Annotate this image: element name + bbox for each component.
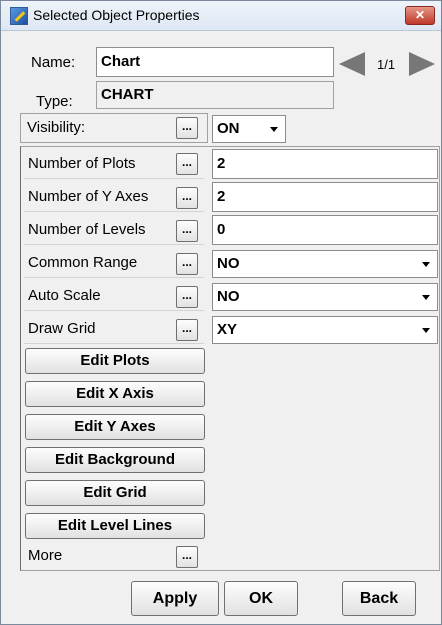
visibility-label: Visibility: — [27, 119, 86, 136]
visibility-dots-button[interactable]: ... — [176, 117, 198, 139]
title-bar[interactable]: Selected Object Properties ✕ — [1, 1, 441, 31]
window-title: Selected Object Properties — [33, 7, 200, 23]
draw-grid-select[interactable]: XY — [212, 316, 438, 344]
previous-arrow-icon[interactable] — [339, 52, 365, 76]
ok-button[interactable]: OK — [224, 581, 298, 616]
chevron-down-icon — [422, 328, 430, 333]
visibility-select[interactable]: ON — [212, 115, 286, 143]
page-indicator: 1/1 — [377, 57, 396, 72]
name-input[interactable]: Chart — [96, 47, 334, 77]
name-label: Name: — [31, 54, 76, 71]
auto-scale-dots-button[interactable]: ... — [176, 286, 198, 308]
chevron-down-icon — [270, 127, 278, 132]
draw-grid-value: XY — [217, 321, 238, 338]
next-arrow-icon[interactable] — [409, 52, 435, 76]
number-of-levels-dots-button[interactable]: ... — [176, 220, 198, 242]
auto-scale-select[interactable]: NO — [212, 283, 438, 311]
type-value: CHART — [96, 81, 334, 109]
edit-plots-button[interactable]: Edit Plots — [25, 348, 205, 374]
apply-button[interactable]: Apply — [131, 581, 219, 616]
number-of-plots-dots-button[interactable]: ... — [176, 153, 198, 175]
number-of-plots-input[interactable]: 2 — [212, 149, 438, 179]
edit-background-button[interactable]: Edit Background — [25, 447, 205, 473]
close-button[interactable]: ✕ — [405, 6, 435, 25]
number-of-y-axes-dots-button[interactable]: ... — [176, 187, 198, 209]
properties-window: Selected Object Properties ✕ Name: Chart… — [0, 0, 442, 625]
number-of-levels-input[interactable]: 0 — [212, 215, 438, 245]
auto-scale-value: NO — [217, 288, 240, 305]
number-of-y-axes-input[interactable]: 2 — [212, 182, 438, 212]
edit-level-lines-button[interactable]: Edit Level Lines — [25, 513, 205, 539]
app-pencil-icon — [10, 7, 28, 25]
edit-x-axis-button[interactable]: Edit X Axis — [25, 381, 205, 407]
common-range-select[interactable]: NO — [212, 250, 438, 278]
draw-grid-dots-button[interactable]: ... — [176, 319, 198, 341]
edit-y-axes-button[interactable]: Edit Y Axes — [25, 414, 205, 440]
back-button[interactable]: Back — [342, 581, 416, 616]
chevron-down-icon — [422, 295, 430, 300]
visibility-value: ON — [217, 120, 240, 137]
edit-grid-button[interactable]: Edit Grid — [25, 480, 205, 506]
more-dots-button[interactable]: ... — [176, 546, 198, 568]
type-label: Type: — [36, 93, 73, 110]
chevron-down-icon — [422, 262, 430, 267]
common-range-value: NO — [217, 255, 240, 272]
common-range-dots-button[interactable]: ... — [176, 253, 198, 275]
